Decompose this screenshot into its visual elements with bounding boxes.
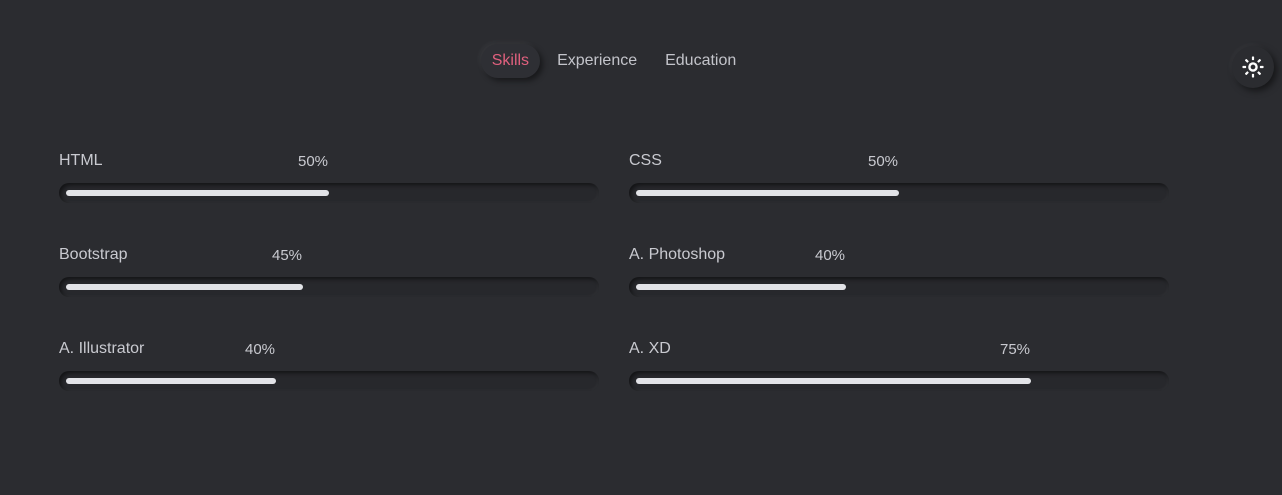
skill-illustrator: A. Illustrator 40% [59,338,599,391]
tab-education[interactable]: Education [654,44,747,78]
theme-toggle-button[interactable] [1232,46,1274,88]
skill-css: CSS 50% [629,150,1169,203]
skill-bar-fill [636,284,846,290]
portfolio-skills-section: Skills Experience Education HTML 50% CSS… [0,0,1282,495]
skill-bar-track [629,277,1169,297]
skill-bar-fill [66,378,276,384]
skill-bar-fill [66,190,329,196]
skill-name: A. Photoshop [629,246,726,263]
skill-percent: 50% [298,153,329,170]
skill-bar-track [59,277,599,297]
skill-bootstrap: Bootstrap 45% [59,244,599,297]
skill-percent: 40% [815,247,846,264]
skill-name: Bootstrap [59,246,128,263]
skill-percent: 75% [1000,341,1031,358]
skill-name: CSS [629,152,662,169]
skill-name: A. Illustrator [59,340,145,357]
skills-grid: HTML 50% CSS 50% Bootstrap 45% A. Photos… [59,150,1169,391]
skill-bar-fill [636,378,1031,384]
skill-bar-track [59,183,599,203]
section-tabs: Skills Experience Education [0,44,1228,78]
skill-percent: 45% [272,247,303,264]
skill-bar-track [629,183,1169,203]
skill-bar-fill [636,190,899,196]
skill-name: HTML [59,152,103,169]
skill-name: A. XD [629,340,671,357]
skill-bar-fill [66,284,303,290]
skill-bar-track [629,371,1169,391]
tab-skills[interactable]: Skills [480,44,541,78]
skill-xd: A. XD 75% [629,338,1169,391]
skill-percent: 50% [868,153,899,170]
sun-icon [1242,56,1264,78]
skill-percent: 40% [245,341,276,358]
skill-photoshop: A. Photoshop 40% [629,244,1169,297]
skill-bar-track [59,371,599,391]
tab-experience[interactable]: Experience [546,44,648,78]
skill-html: HTML 50% [59,150,599,203]
